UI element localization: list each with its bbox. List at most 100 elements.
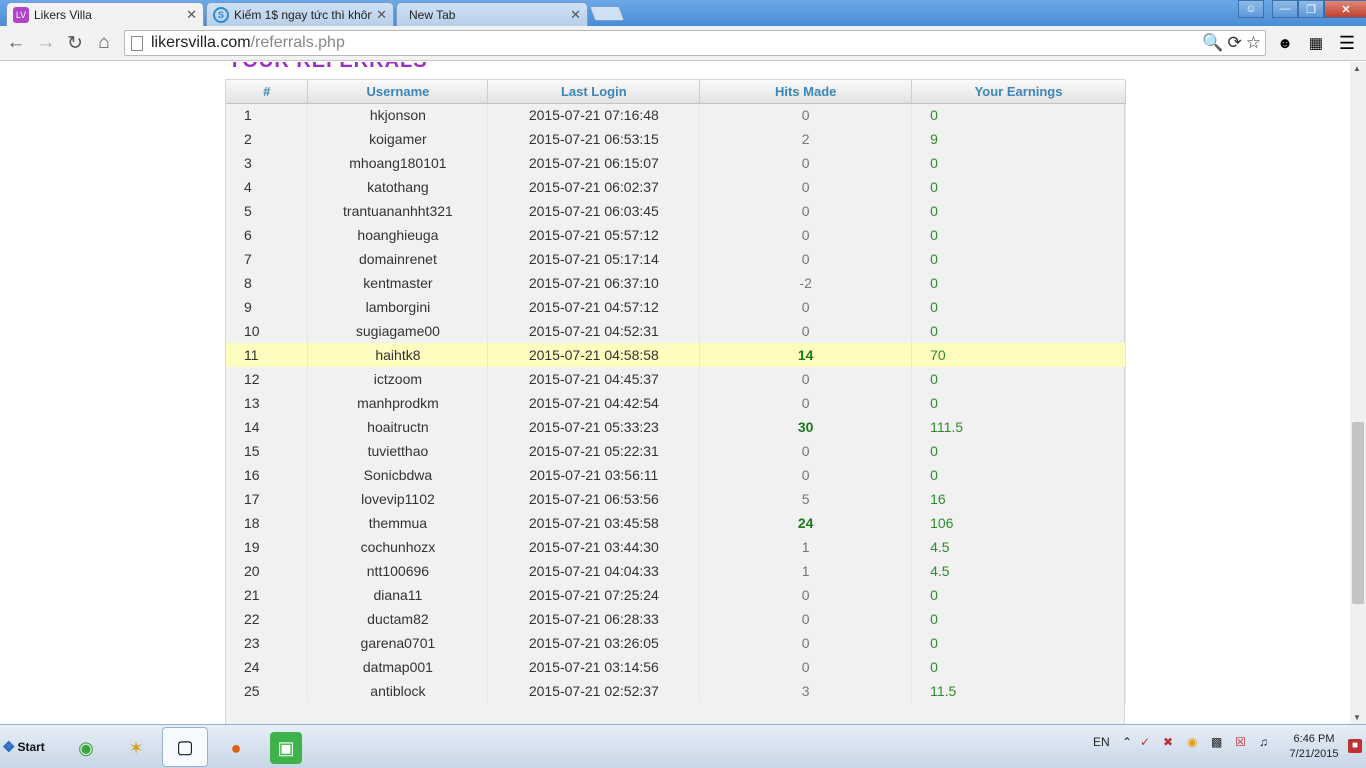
table-row: 9 lamborgini 2015-07-21 04:57:12 0 0 — [226, 295, 1126, 319]
tray-v-app-icon[interactable]: ✓ — [1140, 735, 1150, 749]
column-header-number[interactable]: # — [226, 80, 309, 104]
new-tab-button[interactable] — [589, 6, 625, 21]
row-earnings: 4.5 — [911, 535, 1126, 559]
row-number: 17 — [226, 487, 309, 511]
row-username: hoanghieuga — [307, 223, 489, 247]
table-row: 24 datmap001 2015-07-21 03:14:56 0 0 — [226, 655, 1126, 679]
row-earnings: 111.5 — [911, 415, 1126, 439]
row-earnings: 11.5 — [911, 679, 1126, 703]
show-hidden-icons-icon[interactable]: ⌃ — [1122, 735, 1132, 749]
row-last-login: 2015-07-21 03:14:56 — [487, 655, 701, 679]
blank-document-icon[interactable]: ▢ — [162, 727, 208, 767]
volume-icon[interactable]: ♫ — [1259, 735, 1268, 749]
tab-close-icon[interactable]: ✕ — [376, 7, 387, 23]
back-arrow-icon[interactable]: ← — [4, 31, 28, 55]
row-last-login: 2015-07-21 05:22:31 — [487, 439, 701, 463]
row-earnings: 0 — [911, 247, 1126, 271]
row-username: antiblock — [307, 679, 489, 703]
row-earnings: 0 — [911, 199, 1126, 223]
table-row: 16 Sonicbdwa 2015-07-21 03:56:11 0 0 — [226, 463, 1126, 487]
referrals-table-body: 1 hkjonson 2015-07-21 07:16:48 0 0 2 koigamer 2… — [226, 103, 1126, 703]
scroll-up-arrow-icon[interactable]: ▲ — [1353, 64, 1361, 73]
row-earnings: 0 — [911, 583, 1126, 607]
close-window-button[interactable]: ✕ — [1324, 0, 1366, 18]
menu-icon[interactable]: ☰ — [1336, 32, 1358, 54]
row-last-login: 2015-07-21 03:26:05 — [487, 631, 701, 655]
row-hits-made: 0 — [699, 199, 913, 223]
row-earnings: 0 — [911, 439, 1126, 463]
tray-tool-icon[interactable]: ✖ — [1163, 735, 1173, 749]
row-username: mhoang180101 — [307, 151, 489, 175]
table-row: 3 mhoang180101 2015-07-21 06:15:07 0 0 — [226, 151, 1126, 175]
tray-orange-app-icon[interactable]: ◉ — [1187, 735, 1197, 749]
row-earnings: 0 — [911, 175, 1126, 199]
home-icon[interactable]: ⌂ — [92, 31, 116, 55]
column-header-username[interactable]: Username — [307, 80, 489, 104]
row-last-login: 2015-07-21 05:33:23 — [487, 415, 701, 439]
row-earnings: 9 — [911, 127, 1126, 151]
row-number: 1 — [226, 103, 309, 127]
tab-new-tab[interactable]: New Tab ✕ — [396, 2, 588, 26]
table-row: 23 garena0701 2015-07-21 03:26:05 0 0 — [226, 631, 1126, 655]
table-row: 10 sugiagame00 2015-07-21 04:52:31 0 0 — [226, 319, 1126, 343]
tab-kiem[interactable]: S Kiếm 1$ ngay tức thì khôn ✕ — [206, 2, 394, 26]
language-indicator[interactable]: EN — [1093, 735, 1110, 749]
row-number: 18 — [226, 511, 309, 535]
referrals-table: # Username Last Login Hits Made Your Ear… — [226, 80, 1126, 703]
row-hits-made: 0 — [699, 103, 913, 127]
clock-time: 6:46 PM — [1293, 733, 1335, 745]
row-username: datmap001 — [307, 655, 489, 679]
scroll-down-arrow-icon[interactable]: ▼ — [1353, 713, 1361, 722]
row-hits-made: 0 — [699, 607, 913, 631]
firefox-icon[interactable]: ● — [220, 732, 252, 764]
screen-capture-icon[interactable]: ▣ — [270, 732, 302, 764]
extension-smiley-icon[interactable]: ☻ — [1274, 32, 1296, 54]
minimize-button[interactable]: — — [1272, 0, 1298, 18]
tray-device-icon[interactable]: ▩ — [1211, 735, 1222, 749]
row-hits-made: 24 — [699, 511, 913, 535]
row-hits-made: 0 — [699, 655, 913, 679]
coc-coc-browser-icon[interactable]: ◉ — [70, 732, 102, 764]
game-app-icon[interactable]: ✶ — [120, 732, 152, 764]
row-number: 6 — [226, 223, 309, 247]
row-number: 16 — [226, 463, 309, 487]
row-username: garena0701 — [307, 631, 489, 655]
extension-translate-icon[interactable]: ▦ — [1305, 32, 1327, 54]
row-number: 21 — [226, 583, 309, 607]
bookmark-star-icon[interactable]: ☆ — [1246, 33, 1261, 53]
column-header-your-earnings[interactable]: Your Earnings — [911, 80, 1126, 104]
zoom-icon[interactable]: 🔍 — [1202, 33, 1223, 53]
row-number: 23 — [226, 631, 309, 655]
column-header-last-login[interactable]: Last Login — [487, 80, 701, 104]
show-desktop-icon[interactable]: ■ — [1348, 739, 1362, 753]
reload-icon[interactable]: ↻ — [63, 31, 87, 55]
tab-close-icon[interactable]: ✕ — [570, 7, 581, 23]
table-row: 2 koigamer 2015-07-21 06:53:15 2 9 — [226, 127, 1126, 151]
column-header-hits-made[interactable]: Hits Made — [699, 80, 913, 104]
vertical-scrollbar-thumb[interactable] — [1352, 422, 1364, 604]
system-clock[interactable]: 6:46 PM 7/21/2015 — [1284, 732, 1344, 762]
table-row: 25 antiblock 2015-07-21 02:52:37 3 11.5 — [226, 679, 1126, 703]
row-earnings: 0 — [911, 295, 1126, 319]
referrals-table-container: # Username Last Login Hits Made Your Ear… — [225, 79, 1126, 724]
vertical-scrollbar[interactable]: ▲ ▼ — [1350, 62, 1366, 724]
maximize-button[interactable]: ❐ — [1298, 0, 1324, 18]
user-profile-icon[interactable]: ☺ — [1238, 0, 1264, 18]
start-label: Start — [17, 740, 45, 754]
kiem-favicon-icon: S — [213, 6, 229, 23]
start-button[interactable]: ❖ Start — [2, 731, 52, 763]
sync-icon[interactable]: ⟳ — [1228, 33, 1242, 53]
row-number: 12 — [226, 367, 309, 391]
forward-arrow-icon[interactable]: → — [34, 31, 58, 55]
row-earnings: 106 — [911, 511, 1126, 535]
row-earnings: 0 — [911, 463, 1126, 487]
row-username: Sonicbdwa — [307, 463, 489, 487]
row-number: 3 — [226, 151, 309, 175]
row-hits-made: 3 — [699, 679, 913, 703]
network-error-icon[interactable]: ☒ — [1235, 735, 1246, 749]
address-bar[interactable]: likersvilla.com /referrals.php 🔍 ⟳ ☆ — [124, 30, 1266, 56]
tab-close-icon[interactable]: ✕ — [186, 7, 197, 23]
row-earnings: 0 — [911, 367, 1126, 391]
tab-likers-villa[interactable]: LV Likers Villa ✕ — [6, 2, 204, 27]
row-hits-made: 2 — [699, 127, 913, 151]
